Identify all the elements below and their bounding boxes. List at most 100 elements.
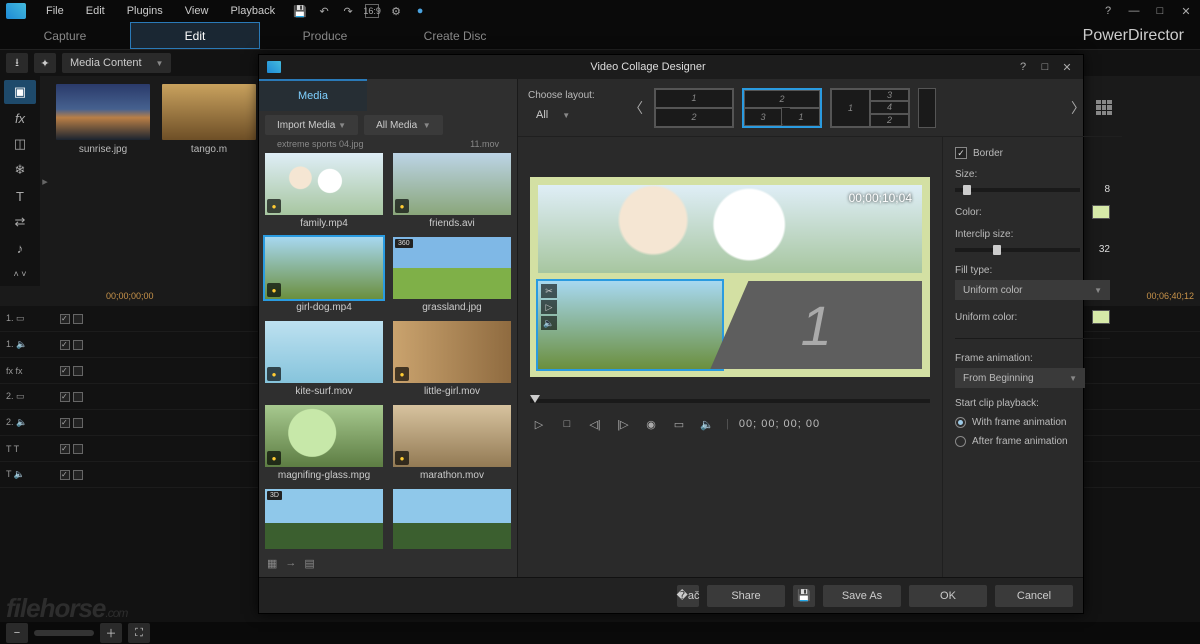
preview-seek-slider[interactable] xyxy=(530,399,930,403)
after-frame-radio[interactable] xyxy=(955,436,966,447)
fit-icon[interactable]: ⛶ xyxy=(128,623,150,643)
track-visible-checkbox[interactable] xyxy=(60,340,70,350)
tab-capture[interactable]: Capture xyxy=(0,22,130,49)
seek-knob-icon[interactable] xyxy=(530,395,540,403)
layout-filter-dropdown[interactable]: All▼ xyxy=(528,105,618,125)
import-media-button[interactable]: Import Media ▼ xyxy=(265,115,358,135)
menu-edit[interactable]: Edit xyxy=(76,2,115,20)
border-color-swatch[interactable] xyxy=(1092,205,1110,219)
menu-playback[interactable]: Playback xyxy=(220,2,285,20)
maximize-icon[interactable]: □ xyxy=(1152,3,1168,19)
size-slider[interactable] xyxy=(955,188,1080,192)
border-checkbox[interactable]: ✓ xyxy=(955,147,967,159)
layout-preset-3[interactable]: 1 3 4 2 xyxy=(830,88,910,128)
volume-icon[interactable]: 🔈 xyxy=(698,415,716,433)
track-visible-checkbox[interactable] xyxy=(60,314,70,324)
layout-preset-2[interactable]: 2 3 1 xyxy=(742,88,822,128)
ok-button[interactable]: OK xyxy=(909,585,987,607)
fx-room-icon[interactable]: fx xyxy=(4,106,36,130)
layout-preset-1[interactable]: 1 2 xyxy=(654,88,734,128)
next-frame-icon[interactable]: |▷ xyxy=(614,415,632,433)
help-icon[interactable]: ? xyxy=(1100,3,1116,19)
settings-icon[interactable]: ⚙ xyxy=(389,4,403,18)
menu-plugins[interactable]: Plugins xyxy=(117,2,173,20)
tab-create-disc[interactable]: Create Disc xyxy=(390,22,520,49)
dialog-media-tab[interactable]: Media xyxy=(259,79,367,111)
tab-edit[interactable]: Edit xyxy=(130,22,260,49)
dialog-thumb[interactable]: ●friends.avi xyxy=(393,153,511,229)
dialog-thumb[interactable]: ●girl-dog.mp4 xyxy=(265,237,383,313)
track-visible-checkbox[interactable] xyxy=(60,366,70,376)
arrow-right-icon[interactable]: → xyxy=(285,557,296,569)
more-rooms-icon[interactable]: ˄ ˅ xyxy=(4,262,36,286)
collage-preview[interactable]: 00;00;10;04 ✂ ▷ 🔈 1 xyxy=(530,177,930,377)
track-lock-checkbox[interactable] xyxy=(73,444,83,454)
save-as-button[interactable]: Save As xyxy=(823,585,901,607)
zoom-out-icon[interactable]: − xyxy=(6,623,28,643)
plugin-icon[interactable]: ✦ xyxy=(34,53,56,73)
stop-icon[interactable]: □ xyxy=(558,415,576,433)
menu-view[interactable]: View xyxy=(175,2,219,20)
dialog-maximize-icon[interactable]: □ xyxy=(1037,59,1053,75)
fill-type-dropdown[interactable]: Uniform color▼ xyxy=(955,280,1110,300)
track-lock-checkbox[interactable] xyxy=(73,366,83,376)
import-icon[interactable]: ⭳ xyxy=(6,53,28,73)
dialog-help-icon[interactable]: ? xyxy=(1015,59,1031,75)
bg-thumb[interactable]: tango.m xyxy=(162,84,256,155)
redo-icon[interactable]: ↷ xyxy=(341,4,355,18)
cancel-button[interactable]: Cancel xyxy=(995,585,1073,607)
tab-produce[interactable]: Produce xyxy=(260,22,390,49)
share-icon-button[interactable]: �ač xyxy=(677,585,699,607)
layout-next-icon[interactable]: 〉 xyxy=(1070,94,1086,122)
zoom-in-icon[interactable]: ＋ xyxy=(100,623,122,643)
clip-trim-icon[interactable]: ✂ xyxy=(541,284,557,298)
dialog-thumb[interactable]: 3D xyxy=(265,489,383,549)
close-icon[interactable]: ✕ xyxy=(1178,3,1194,19)
track-visible-checkbox[interactable] xyxy=(60,444,70,454)
track-lock-checkbox[interactable] xyxy=(73,418,83,428)
expand-sidebar-icon[interactable]: ▸ xyxy=(40,76,50,286)
play-icon[interactable]: ▷ xyxy=(530,415,548,433)
layout-preset-4[interactable] xyxy=(918,88,936,128)
audio-room-icon[interactable]: ♪ xyxy=(4,236,36,260)
dialog-close-icon[interactable]: ✕ xyxy=(1059,59,1075,75)
clip-mute-icon[interactable]: 🔈 xyxy=(541,316,557,330)
menu-file[interactable]: File xyxy=(36,2,74,20)
pip-room-icon[interactable]: ◫ xyxy=(4,132,36,156)
undo-icon[interactable]: ↶ xyxy=(317,4,331,18)
collage-slot-bottom-right[interactable]: 1 xyxy=(710,281,922,369)
dialog-thumb[interactable]: ●magnifing-glass.mpg xyxy=(265,405,383,481)
media-room-icon[interactable]: ▣ xyxy=(4,80,36,104)
media-content-dropdown[interactable]: Media Content ▼ xyxy=(62,53,171,73)
prev-frame-icon[interactable]: ◁| xyxy=(586,415,604,433)
dialog-thumb[interactable]: 360grassland.jpg xyxy=(393,237,511,313)
dialog-thumb[interactable]: ●kite-surf.mov xyxy=(265,321,383,397)
track-visible-checkbox[interactable] xyxy=(60,392,70,402)
dialog-thumb[interactable]: ●family.mp4 xyxy=(265,153,383,229)
dialog-thumb[interactable] xyxy=(393,489,511,549)
layout-grid-icon[interactable] xyxy=(1096,100,1112,116)
minimize-icon[interactable]: — xyxy=(1126,3,1142,19)
grid-view-icon[interactable]: ▦ xyxy=(267,557,277,570)
with-frame-radio[interactable] xyxy=(955,417,966,428)
dialog-thumb[interactable]: ●little-girl.mov xyxy=(393,321,511,397)
cloud-icon[interactable]: ● xyxy=(413,4,427,18)
bg-thumb[interactable]: sunrise.jpg xyxy=(56,84,150,155)
track-lock-checkbox[interactable] xyxy=(73,314,83,324)
track-visible-checkbox[interactable] xyxy=(60,418,70,428)
track-visible-checkbox[interactable] xyxy=(60,470,70,480)
save-icon[interactable]: 💾 xyxy=(293,4,307,18)
collage-slot-bottom-left[interactable]: ✂ ▷ 🔈 xyxy=(538,281,722,369)
dialog-titlebar[interactable]: Video Collage Designer ? □ ✕ xyxy=(259,55,1083,79)
loop-icon[interactable]: ▭ xyxy=(670,415,688,433)
layout-prev-icon[interactable]: 〈 xyxy=(628,94,644,122)
interclip-slider[interactable] xyxy=(955,248,1080,252)
aspect-icon[interactable]: 16:9 xyxy=(365,4,379,18)
frame-animation-dropdown[interactable]: From Beginning▼ xyxy=(955,368,1085,388)
title-room-icon[interactable]: T xyxy=(4,184,36,208)
media-filter-dropdown[interactable]: All Media ▼ xyxy=(364,115,443,135)
particle-room-icon[interactable]: ❄ xyxy=(4,158,36,182)
thumb-view-icon[interactable]: ▤ xyxy=(304,557,314,570)
collage-slot-top[interactable]: 00;00;10;04 xyxy=(538,185,922,273)
save-icon-button[interactable]: 💾 xyxy=(793,585,815,607)
